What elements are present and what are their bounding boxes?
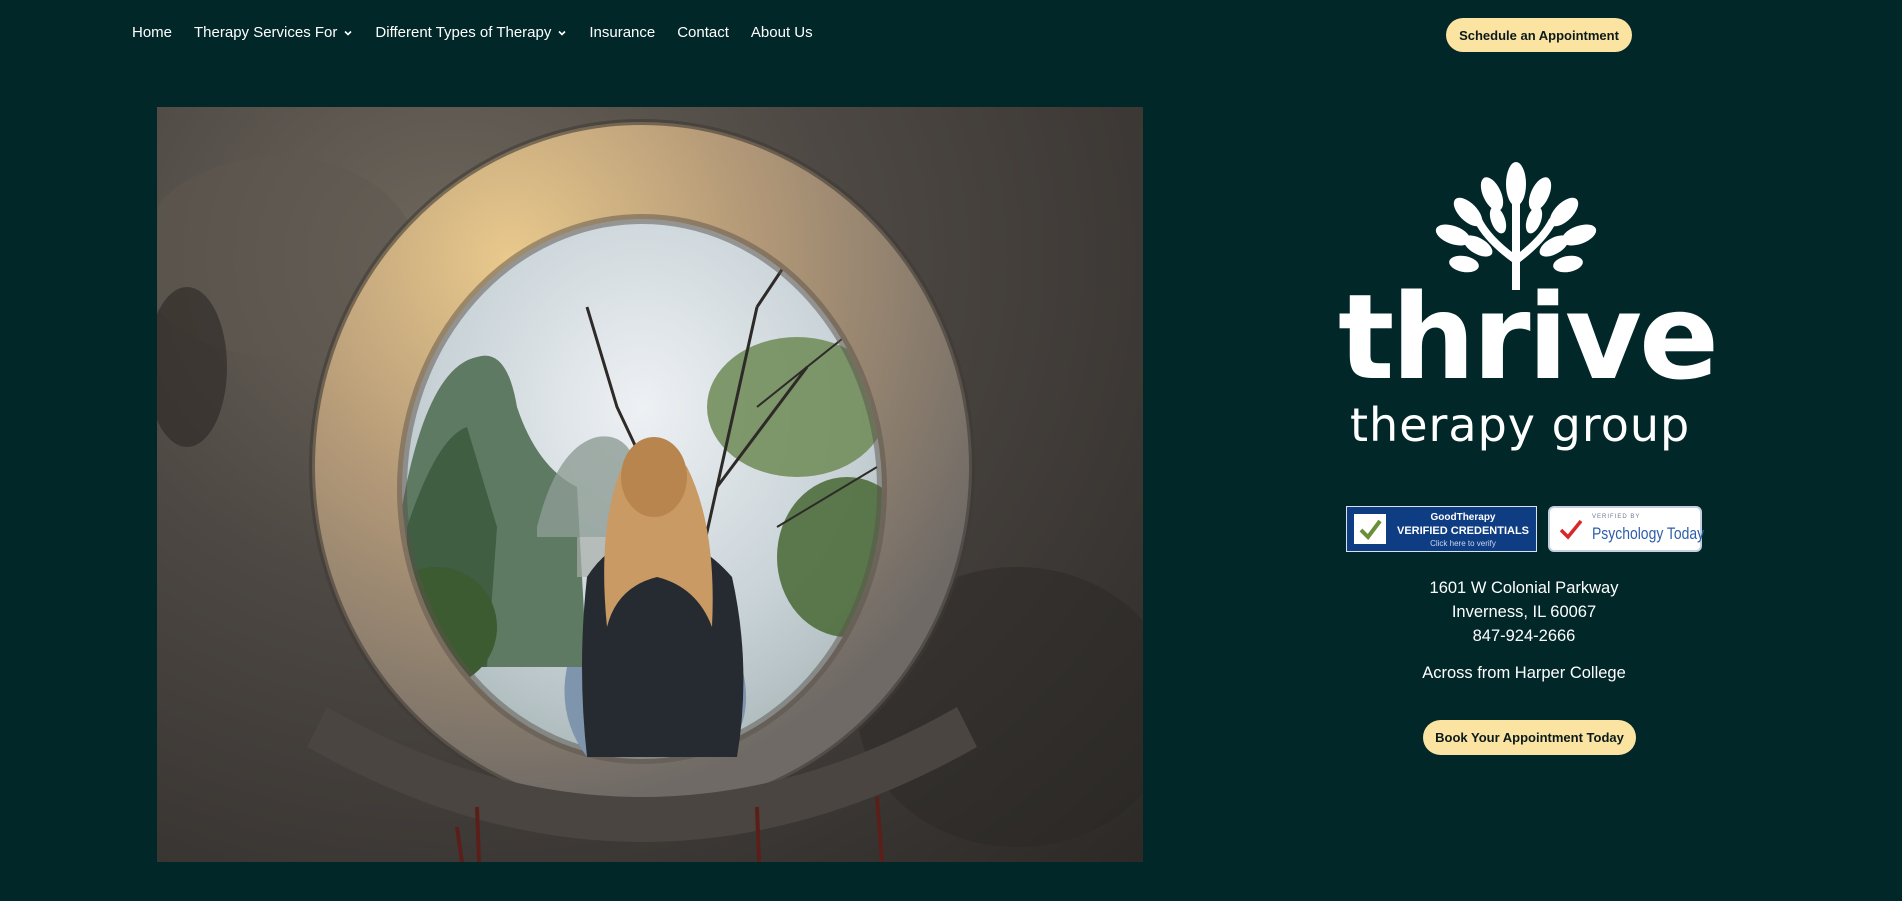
chevron-down-icon bbox=[344, 30, 352, 36]
main-nav: Home Therapy Services For Different Type… bbox=[132, 24, 813, 41]
address-block: 1601 W Colonial Parkway Inverness, IL 60… bbox=[1324, 576, 1724, 648]
nav-types-of-therapy[interactable]: Different Types of Therapy bbox=[375, 24, 567, 41]
check-icon bbox=[1352, 512, 1388, 546]
landmark-text: Across from Harper College bbox=[1422, 664, 1626, 682]
nav-contact[interactable]: Contact bbox=[677, 24, 729, 41]
nav-therapy-services[interactable]: Therapy Services For bbox=[194, 24, 353, 41]
thrive-logo[interactable]: thrive therapy group bbox=[1338, 160, 1719, 460]
nav-label: Home bbox=[132, 24, 173, 41]
psychology-today-badge[interactable]: VERIFIED BY Psychology Today bbox=[1548, 506, 1705, 552]
schedule-appointment-button[interactable]: Schedule an Appointment bbox=[1446, 18, 1632, 52]
nav-label: Insurance bbox=[589, 24, 656, 41]
nav-about-us[interactable]: About Us bbox=[751, 24, 813, 41]
goodtherapy-title: VERIFIED CREDENTIALS bbox=[1396, 525, 1529, 537]
book-appointment-button[interactable]: Book Your Appointment Today bbox=[1423, 720, 1636, 755]
nav-label: Different Types of Therapy bbox=[375, 24, 552, 41]
nav-label: Contact bbox=[677, 24, 729, 41]
psychology-today-title: Psychology Today bbox=[1592, 524, 1705, 543]
hero-illustration bbox=[157, 119, 1143, 862]
goodtherapy-badge[interactable]: GoodTherapy VERIFIED CREDENTIALS Click h… bbox=[1346, 506, 1537, 552]
chevron-down-icon bbox=[558, 30, 566, 36]
goodtherapy-subtitle: Click here to verify bbox=[1430, 539, 1496, 548]
brand-name: thrive bbox=[1338, 268, 1719, 406]
nav-label: Therapy Services For bbox=[194, 24, 338, 41]
brand-tagline: therapy group bbox=[1350, 398, 1691, 452]
nav-label: About Us bbox=[750, 24, 813, 41]
check-icon bbox=[1559, 519, 1583, 540]
nav-insurance[interactable]: Insurance bbox=[589, 24, 655, 41]
goodtherapy-brand: GoodTherapy bbox=[1430, 512, 1496, 523]
hero-image bbox=[157, 107, 1143, 862]
phone-number[interactable]: 847-924-2666 bbox=[1324, 624, 1724, 648]
psychology-today-pretitle: VERIFIED BY bbox=[1592, 514, 1641, 520]
address-city: Inverness, IL 60067 bbox=[1451, 603, 1597, 621]
nav-home[interactable]: Home bbox=[132, 24, 172, 41]
address-street: 1601 W Colonial Parkway bbox=[1429, 579, 1619, 597]
